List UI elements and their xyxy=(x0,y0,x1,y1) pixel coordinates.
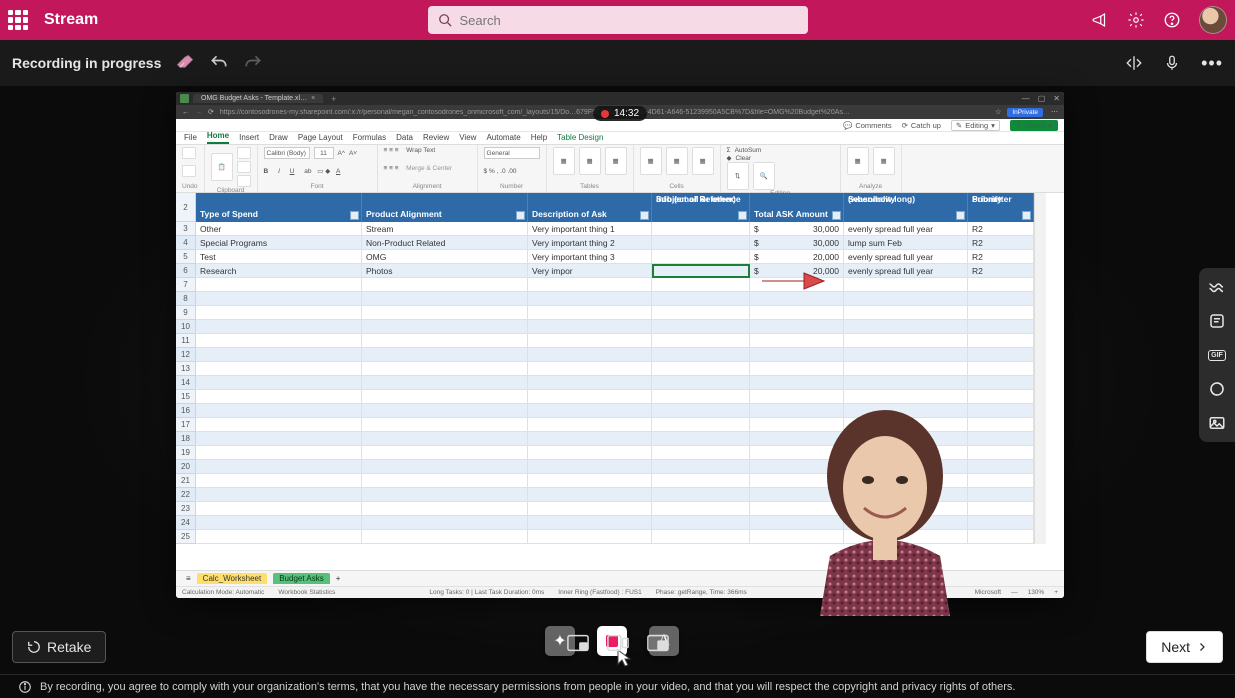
browser-tabstrip: OMG Budget Asks - Template.xl… × + — ▢ ✕ xyxy=(176,92,1064,105)
ribbon-tabs: File Home Insert Draw Page Layout Formul… xyxy=(176,132,1064,145)
sheet-tab[interactable]: Calc_Worksheet xyxy=(197,573,268,584)
gear-icon[interactable] xyxy=(1127,11,1145,29)
side-by-side-icon[interactable] xyxy=(607,634,629,652)
ribbon-tab[interactable]: File xyxy=(184,133,197,144)
redo-icon[interactable] xyxy=(243,53,263,73)
image-icon[interactable] xyxy=(1206,412,1228,434)
ribbon-tab[interactable]: Home xyxy=(207,131,229,144)
ribbon-tab[interactable]: Table Design xyxy=(557,133,603,144)
mic-icon[interactable] xyxy=(1163,54,1181,72)
lens-icon[interactable] xyxy=(1206,378,1228,400)
window-min-icon[interactable]: — xyxy=(1022,94,1030,103)
mirror-icon[interactable] xyxy=(1125,54,1143,72)
refresh-icon[interactable]: ⟳ xyxy=(208,108,214,116)
retake-button[interactable]: Retake xyxy=(12,631,106,663)
suite-header-right xyxy=(1091,6,1227,34)
ribbon-group-label: Number xyxy=(484,183,540,190)
paste-button[interactable]: 📋 xyxy=(211,153,233,181)
next-label: Next xyxy=(1161,639,1190,655)
ribbon-tab[interactable]: Draw xyxy=(269,133,288,144)
recording-status: Recording in progress xyxy=(12,55,161,71)
ribbon-group-label: Analyze xyxy=(847,183,895,190)
excel-app-icon xyxy=(180,94,189,103)
info-icon xyxy=(18,680,32,694)
screen-recording-timer: 14:32 xyxy=(593,106,647,121)
ribbon-tab[interactable]: Formulas xyxy=(353,133,386,144)
ribbon-group-label: Font xyxy=(264,183,371,190)
recording-time: 14:32 xyxy=(614,108,639,119)
retake-label: Retake xyxy=(47,639,91,655)
pip-small-icon[interactable] xyxy=(567,634,589,652)
tab-title: OMG Budget Asks - Template.xl… xyxy=(201,95,307,102)
browser-menu-icon[interactable]: ⋯ xyxy=(1051,108,1058,116)
avatar[interactable] xyxy=(1199,6,1227,34)
pip-large-icon[interactable] xyxy=(647,634,669,652)
gif-icon[interactable]: GIF xyxy=(1206,344,1228,366)
suite-header: Stream xyxy=(0,0,1235,40)
ribbon-group-label: Alignment xyxy=(384,183,471,190)
effects-dock: GIF xyxy=(1199,268,1235,442)
stage: OMG Budget Asks - Template.xl… × + — ▢ ✕… xyxy=(0,86,1235,698)
layout-controls xyxy=(567,634,669,652)
font-size-box[interactable]: 11 xyxy=(314,147,334,159)
back-icon[interactable]: ← xyxy=(182,109,189,116)
ribbon-tab[interactable]: Data xyxy=(396,133,413,144)
legal-text: By recording, you agree to comply with y… xyxy=(40,681,1015,693)
ribbon-group-label: Cells xyxy=(640,183,714,190)
record-dot-icon xyxy=(601,110,609,118)
ribbon-tab[interactable]: Automate xyxy=(486,133,520,144)
window-max-icon[interactable]: ▢ xyxy=(1038,94,1046,103)
legal-footer: By recording, you agree to comply with y… xyxy=(0,674,1235,698)
search-icon xyxy=(438,13,452,27)
more-icon[interactable]: ••• xyxy=(1201,53,1223,74)
chevron-right-icon xyxy=(1196,641,1208,653)
spreadsheet[interactable]: 2Type of SpendProduct AlignmentDescripti… xyxy=(176,193,1064,570)
inprivate-badge: InPrivate xyxy=(1007,108,1043,117)
ribbon-tab[interactable]: Page Layout xyxy=(298,133,343,144)
note-icon[interactable] xyxy=(1206,310,1228,332)
new-tab-icon[interactable]: + xyxy=(331,94,336,104)
close-icon[interactable]: × xyxy=(311,95,315,102)
recording-toolbar: Recording in progress ••• xyxy=(0,40,1235,86)
wave-icon[interactable] xyxy=(1206,276,1228,298)
excel-statusbar: Calculation Mode: Automatic Workbook Sta… xyxy=(176,586,1064,598)
megaphone-icon[interactable] xyxy=(1091,11,1109,29)
next-button[interactable]: Next xyxy=(1146,631,1223,663)
search-box[interactable] xyxy=(428,6,808,34)
ribbon-tab[interactable]: Review xyxy=(423,133,449,144)
ribbon-tab[interactable]: View xyxy=(459,133,476,144)
retake-icon xyxy=(27,640,41,654)
ribbon-group-label: Undo xyxy=(182,183,198,190)
ribbon-tab[interactable]: Help xyxy=(531,133,547,144)
sheet-tabs: ≡ Calc_Worksheet Budget Asks + xyxy=(176,570,1064,586)
help-icon[interactable] xyxy=(1163,11,1181,29)
app-launcher-icon[interactable] xyxy=(8,10,28,30)
forward-icon[interactable]: → xyxy=(195,109,202,116)
sheets-menu-icon[interactable]: ≡ xyxy=(186,574,191,583)
search-input[interactable] xyxy=(460,13,798,28)
window-close-icon[interactable]: ✕ xyxy=(1053,94,1060,103)
add-sheet-icon[interactable]: + xyxy=(336,574,341,583)
eraser-icon[interactable] xyxy=(175,53,195,73)
browser-tab[interactable]: OMG Budget Asks - Template.xl… × xyxy=(193,94,323,103)
shared-screen: OMG Budget Asks - Template.xl… × + — ▢ ✕… xyxy=(176,92,1064,598)
sheet-tab[interactable]: Budget Asks xyxy=(273,573,329,584)
undo-icon[interactable] xyxy=(209,53,229,73)
ribbon-tab[interactable]: Insert xyxy=(239,133,259,144)
font-name-box[interactable]: Calibri (Body) xyxy=(264,147,310,159)
star-icon[interactable]: ☆ xyxy=(995,108,1001,116)
ribbon: Undo 📋Clipboard Calibri (Body)11A^A˅B I … xyxy=(176,145,1064,193)
share-button[interactable]: ⇧ Share ▾ xyxy=(1010,120,1058,131)
catchup-button[interactable]: ⟳ Catch up xyxy=(902,121,941,130)
app-name: Stream xyxy=(44,11,98,29)
editing-mode-button[interactable]: ✎ Editing ▾ xyxy=(951,120,1000,131)
ribbon-group-label: Tables xyxy=(553,183,627,190)
comments-button[interactable]: 💬 Comments xyxy=(843,121,892,130)
number-format-box[interactable]: General xyxy=(484,147,540,159)
